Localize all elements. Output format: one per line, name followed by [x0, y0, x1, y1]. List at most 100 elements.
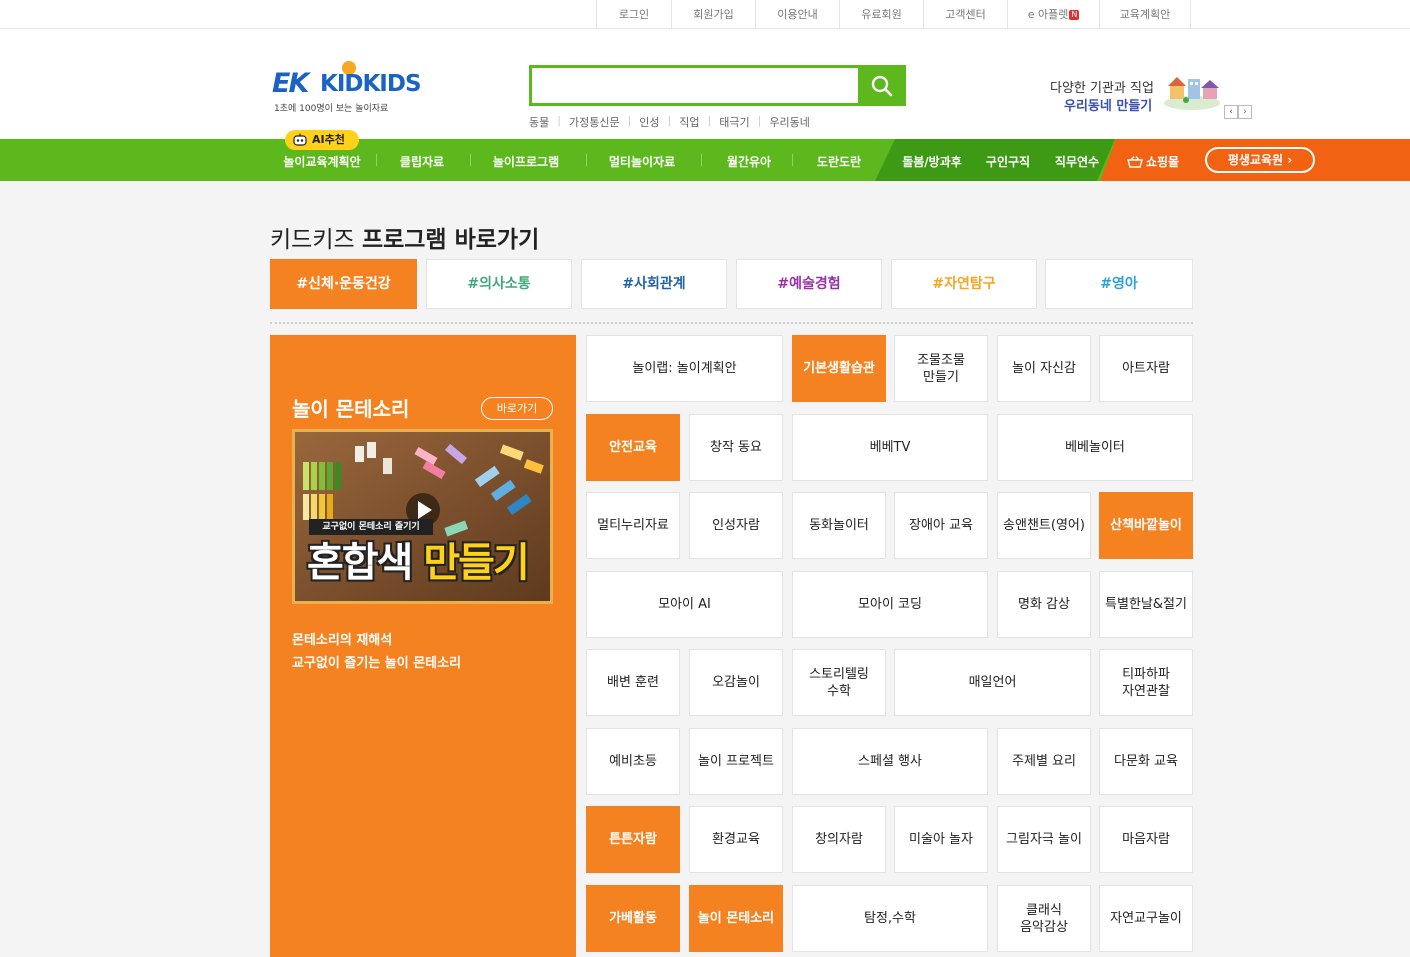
top-link-5[interactable]: e 아플렛 N — [1007, 0, 1099, 29]
program-cell[interactable]: 인성자람 — [689, 492, 783, 559]
feature-desc-line2: 교구없이 즐기는 놀이 몬테소리 — [292, 656, 462, 671]
tab-4[interactable]: #자연탐구 — [891, 259, 1037, 309]
nav-dark-item-1[interactable]: 구인구직 — [978, 139, 1038, 181]
program-cell[interactable]: 놀이 자신감 — [997, 335, 1091, 402]
top-link-6[interactable]: 교육계획안 — [1099, 0, 1191, 29]
category-tabs: #신체·운동건강 #의사소통 #사회관계 #예술경험 #자연탐구 #영아 — [270, 259, 1193, 309]
top-link-1[interactable]: 회원가입 — [671, 0, 755, 29]
program-cell[interactable]: 조물조물 만들기 — [894, 335, 988, 402]
basket-icon — [1127, 156, 1143, 168]
program-cell[interactable]: 주제별 요리 — [997, 728, 1091, 795]
program-cell[interactable]: 산책바깥놀이 — [1099, 492, 1193, 559]
logo[interactable]: EK KIDKIDS 1초에 100명이 보는 놀이자료 — [272, 61, 422, 115]
nav-item-5[interactable]: 도란도란 — [796, 139, 882, 181]
nav-divider — [376, 154, 377, 166]
search-keyword[interactable]: 가정통신문 — [569, 114, 620, 130]
program-cell[interactable]: 오감놀이 — [689, 649, 783, 716]
program-cell[interactable]: 스페셜 행사 — [792, 728, 988, 795]
program-cell[interactable]: 동화놀이터 — [792, 492, 886, 559]
program-cell[interactable]: 놀이랩: 놀이계획안 — [586, 335, 783, 402]
program-cell[interactable]: 모아이 AI — [586, 571, 783, 638]
program-cell[interactable]: 티파하파 자연관찰 — [1099, 649, 1193, 716]
new-badge: N — [1069, 10, 1080, 20]
nav-item-1[interactable]: 클립자료 — [380, 139, 464, 181]
program-label: 주제별 요리 — [1012, 754, 1076, 769]
program-cell[interactable]: 기본생활습관 — [792, 335, 886, 402]
program-label: 창작 동요 — [710, 440, 762, 455]
program-cell[interactable]: 다문화 교육 — [1099, 728, 1193, 795]
robot-icon — [293, 133, 307, 146]
nav-dark-item-2[interactable]: 직무연수 — [1044, 139, 1110, 181]
program-cell[interactable]: 배변 훈련 — [586, 649, 680, 716]
tab-1[interactable]: #의사소통 — [426, 259, 572, 309]
program-cell[interactable]: 장애아 교육 — [894, 492, 988, 559]
banner-prev-button[interactable]: ‹ — [1224, 105, 1238, 119]
search-input[interactable] — [532, 68, 852, 103]
program-cell[interactable]: 매일언어 — [894, 649, 1091, 716]
program-label: 놀이 몬테소리 — [697, 911, 775, 926]
top-link-label: 유료회원 — [861, 8, 902, 21]
search-box — [529, 65, 906, 106]
program-cell[interactable]: 가베활동 — [586, 885, 680, 952]
town-illustration-icon — [1164, 77, 1220, 110]
program-label: 창의자람 — [815, 832, 863, 847]
program-cell[interactable]: 안전교육 — [586, 414, 680, 481]
program-cell[interactable]: 예비초등 — [586, 728, 680, 795]
logo-tagline: 1초에 100명이 보는 놀이자료 — [274, 104, 389, 114]
program-cell[interactable]: 아트자람 — [1099, 335, 1193, 402]
search-keyword[interactable]: 동물 — [529, 114, 549, 130]
tab-0[interactable]: #신체·운동건강 — [270, 259, 417, 309]
program-cell[interactable]: 자연교구놀이 — [1099, 885, 1193, 952]
program-cell[interactable]: 미술아 놀자 — [894, 806, 988, 873]
program-cell[interactable]: 환경교육 — [689, 806, 783, 873]
program-cell[interactable]: 베베TV — [792, 414, 988, 481]
side-banner[interactable]: 다양한 기관과 직업 우리동네 만들기 ‹ › — [1050, 75, 1260, 125]
program-cell[interactable]: 모아이 코딩 — [792, 571, 988, 638]
nav-shop[interactable]: 쇼핑몰 — [1118, 139, 1188, 181]
lifelong-edu-button[interactable]: 평생교육원 › — [1205, 147, 1315, 173]
top-link-label: 고객센터 — [945, 8, 986, 21]
top-link-4[interactable]: 고객센터 — [923, 0, 1007, 29]
top-link-0[interactable]: 로그인 — [596, 0, 671, 29]
ai-recommend-badge[interactable]: AI추천 — [285, 130, 359, 150]
program-cell[interactable]: 튼튼자람 — [586, 806, 680, 873]
program-label: 동화놀이터 — [809, 518, 869, 533]
feature-thumbnail[interactable]: 교구없이 몬테소리 즐기기 혼합색 만들기 — [292, 429, 553, 604]
tab-3[interactable]: #예술경험 — [736, 259, 882, 309]
header: EK KIDKIDS 1초에 100명이 보는 놀이자료 동물 | 가정통신문 | 인성… — [0, 29, 1410, 139]
program-cell[interactable]: 놀이 몬테소리 — [689, 885, 783, 952]
search-keyword[interactable]: 태극기 — [719, 114, 749, 130]
program-cell[interactable]: 창작 동요 — [689, 414, 783, 481]
banner-next-button[interactable]: › — [1238, 105, 1252, 119]
program-cell[interactable]: 놀이 프로젝트 — [689, 728, 783, 795]
search-button[interactable] — [858, 65, 906, 106]
nav-item-4[interactable]: 월간유아 — [705, 139, 793, 181]
program-label: 다문화 교육 — [1114, 754, 1178, 769]
program-label: 조물조물 만들기 — [917, 352, 965, 385]
feature-go-button[interactable]: 바로가기 — [481, 397, 553, 420]
program-cell[interactable]: 창의자람 — [792, 806, 886, 873]
program-cell[interactable]: 송앤챈트(영어) — [997, 492, 1091, 559]
feature-panel: 놀이 몬테소리 바로가기 교구없이 몬테소리 즐기기 혼합색 만들기 몬테소리의… — [270, 335, 576, 957]
program-cell[interactable]: 마음자람 — [1099, 806, 1193, 873]
program-cell[interactable]: 특별한날&절기 — [1099, 571, 1193, 638]
program-cell[interactable]: 명화 감상 — [997, 571, 1091, 638]
search-keyword[interactable]: 직업 — [679, 114, 699, 130]
search-keyword[interactable]: 인성 — [639, 114, 659, 130]
program-cell[interactable]: 클래식 음악감상 — [997, 885, 1091, 952]
nav-item-2[interactable]: 놀이프로그램 — [474, 139, 578, 181]
program-cell[interactable]: 베베놀이터 — [997, 414, 1193, 481]
nav-divider — [792, 154, 793, 166]
top-link-3[interactable]: 유료회원 — [839, 0, 923, 29]
search-keyword[interactable]: 우리동네 — [769, 114, 809, 130]
program-cell[interactable]: 스토리텔링 수학 — [792, 649, 886, 716]
program-cell[interactable]: 멀티누리자료 — [586, 492, 680, 559]
tab-2[interactable]: #사회관계 — [581, 259, 727, 309]
program-cell[interactable]: 탐정,수학 — [792, 885, 988, 952]
top-link-2[interactable]: 이용안내 — [755, 0, 839, 29]
program-cell[interactable]: 그림자극 놀이 — [997, 806, 1091, 873]
nav-item-3[interactable]: 멀티놀이자료 — [590, 139, 694, 181]
logo-ek: EK — [272, 68, 309, 99]
tab-5[interactable]: #영아 — [1045, 259, 1193, 309]
nav-dark-item-0[interactable]: 돌봄/방과후 — [895, 139, 969, 181]
